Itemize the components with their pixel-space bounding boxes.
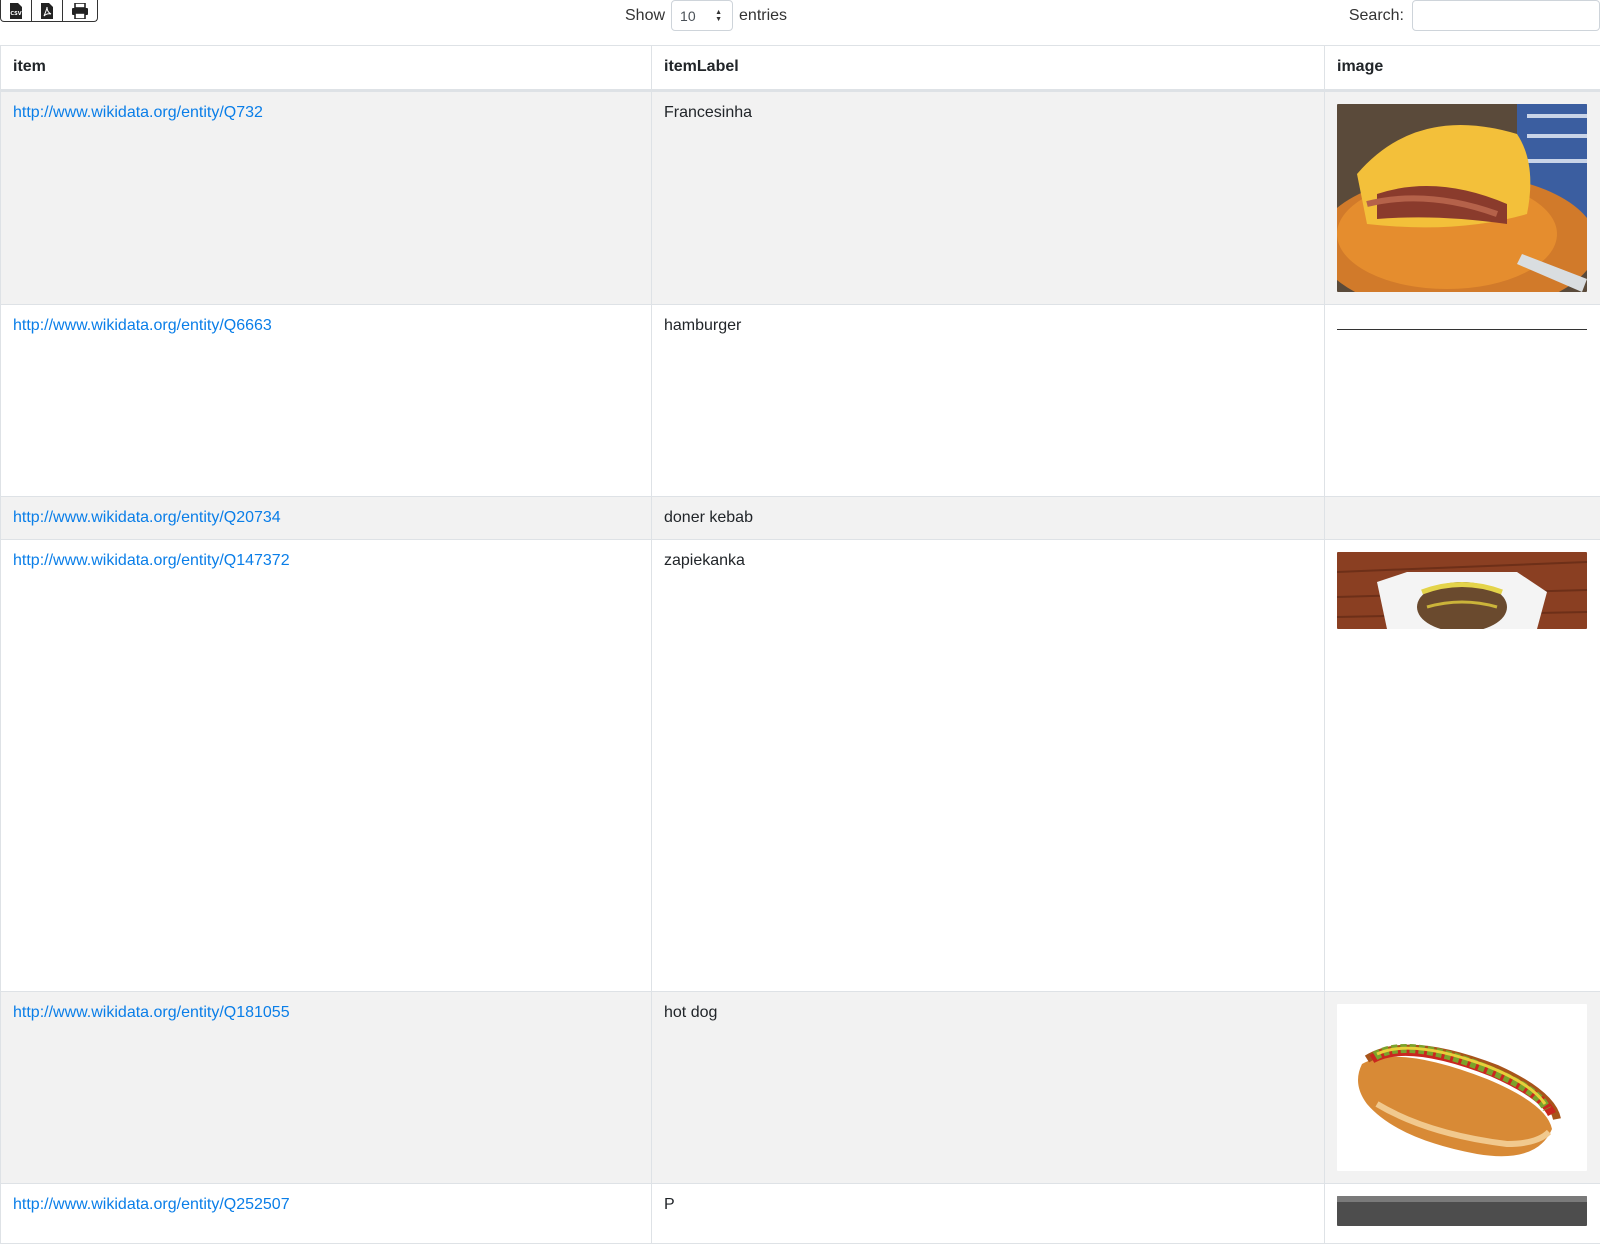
image-cell — [1325, 540, 1600, 992]
entries-length-select[interactable]: 10 ▲▼ — [671, 0, 733, 31]
entries-length-value: 10 — [680, 8, 696, 24]
label-cell: doner kebab — [652, 497, 1325, 540]
hot-dog-photo[interactable] — [1337, 1004, 1587, 1171]
search-input[interactable] — [1412, 0, 1600, 31]
results-table: item itemLabel image http://www.wikidata… — [0, 45, 1600, 1244]
show-label: Show — [625, 7, 665, 25]
label-cell: hot dog — [652, 992, 1325, 1184]
item-link[interactable]: http://www.wikidata.org/entity/Q732 — [13, 104, 263, 121]
export-button-group: CSV — [0, 0, 98, 22]
table-row: http://www.wikidata.org/entity/Q6663 ham… — [1, 305, 1600, 497]
item-cell: http://www.wikidata.org/entity/Q252507 — [1, 1184, 652, 1244]
francesinha-photo[interactable] — [1337, 104, 1587, 292]
zapiekanka-photo[interactable] — [1337, 552, 1587, 629]
label-cell: Francesinha — [652, 91, 1325, 305]
item-cell: http://www.wikidata.org/entity/Q147372 — [1, 540, 652, 992]
label-cell: P — [652, 1184, 1325, 1244]
table-row: http://www.wikidata.org/entity/Q20734 do… — [1, 497, 1600, 540]
print-icon — [71, 3, 89, 19]
table-row: http://www.wikidata.org/entity/Q252507 P — [1, 1184, 1600, 1244]
item-link[interactable]: http://www.wikidata.org/entity/Q147372 — [13, 552, 290, 569]
table-row: http://www.wikidata.org/entity/Q181055 h… — [1, 992, 1600, 1184]
image-cell — [1325, 992, 1600, 1184]
print-button[interactable] — [63, 0, 97, 22]
item-link[interactable]: http://www.wikidata.org/entity/Q6663 — [13, 317, 272, 334]
broken-image[interactable] — [1337, 329, 1587, 330]
item-link[interactable]: http://www.wikidata.org/entity/Q181055 — [13, 1004, 290, 1021]
partial-photo[interactable] — [1337, 1196, 1587, 1226]
table-row: http://www.wikidata.org/entity/Q147372 z… — [1, 540, 1600, 992]
image-cell — [1325, 305, 1600, 497]
entries-label: entries — [739, 7, 787, 25]
search-label: Search: — [1349, 7, 1404, 25]
svg-text:CSV: CSV — [10, 11, 21, 17]
column-header-item[interactable]: item — [1, 46, 652, 91]
item-cell: http://www.wikidata.org/entity/Q732 — [1, 91, 652, 305]
item-cell: http://www.wikidata.org/entity/Q181055 — [1, 992, 652, 1184]
item-cell: http://www.wikidata.org/entity/Q20734 — [1, 497, 652, 540]
image-cell — [1325, 497, 1600, 540]
pdf-export-button[interactable] — [32, 0, 63, 22]
item-link[interactable]: http://www.wikidata.org/entity/Q252507 — [13, 1196, 290, 1213]
table-header-row: item itemLabel image — [1, 46, 1600, 91]
column-header-image[interactable]: image — [1325, 46, 1600, 91]
image-cell — [1325, 1184, 1600, 1244]
item-cell: http://www.wikidata.org/entity/Q6663 — [1, 305, 652, 497]
csv-export-button[interactable]: CSV — [1, 0, 32, 22]
search-control: Search: — [1349, 0, 1600, 31]
csv-export-icon: CSV — [9, 3, 23, 19]
label-cell: hamburger — [652, 305, 1325, 497]
item-link[interactable]: http://www.wikidata.org/entity/Q20734 — [13, 509, 281, 526]
entries-length-control: Show 10 ▲▼ entries — [625, 0, 787, 31]
table-row: http://www.wikidata.org/entity/Q732 Fran… — [1, 91, 1600, 305]
image-cell — [1325, 91, 1600, 305]
select-arrows-icon: ▲▼ — [715, 9, 722, 23]
label-cell: zapiekanka — [652, 540, 1325, 992]
pdf-export-icon — [40, 3, 54, 19]
column-header-itemlabel[interactable]: itemLabel — [652, 46, 1325, 91]
